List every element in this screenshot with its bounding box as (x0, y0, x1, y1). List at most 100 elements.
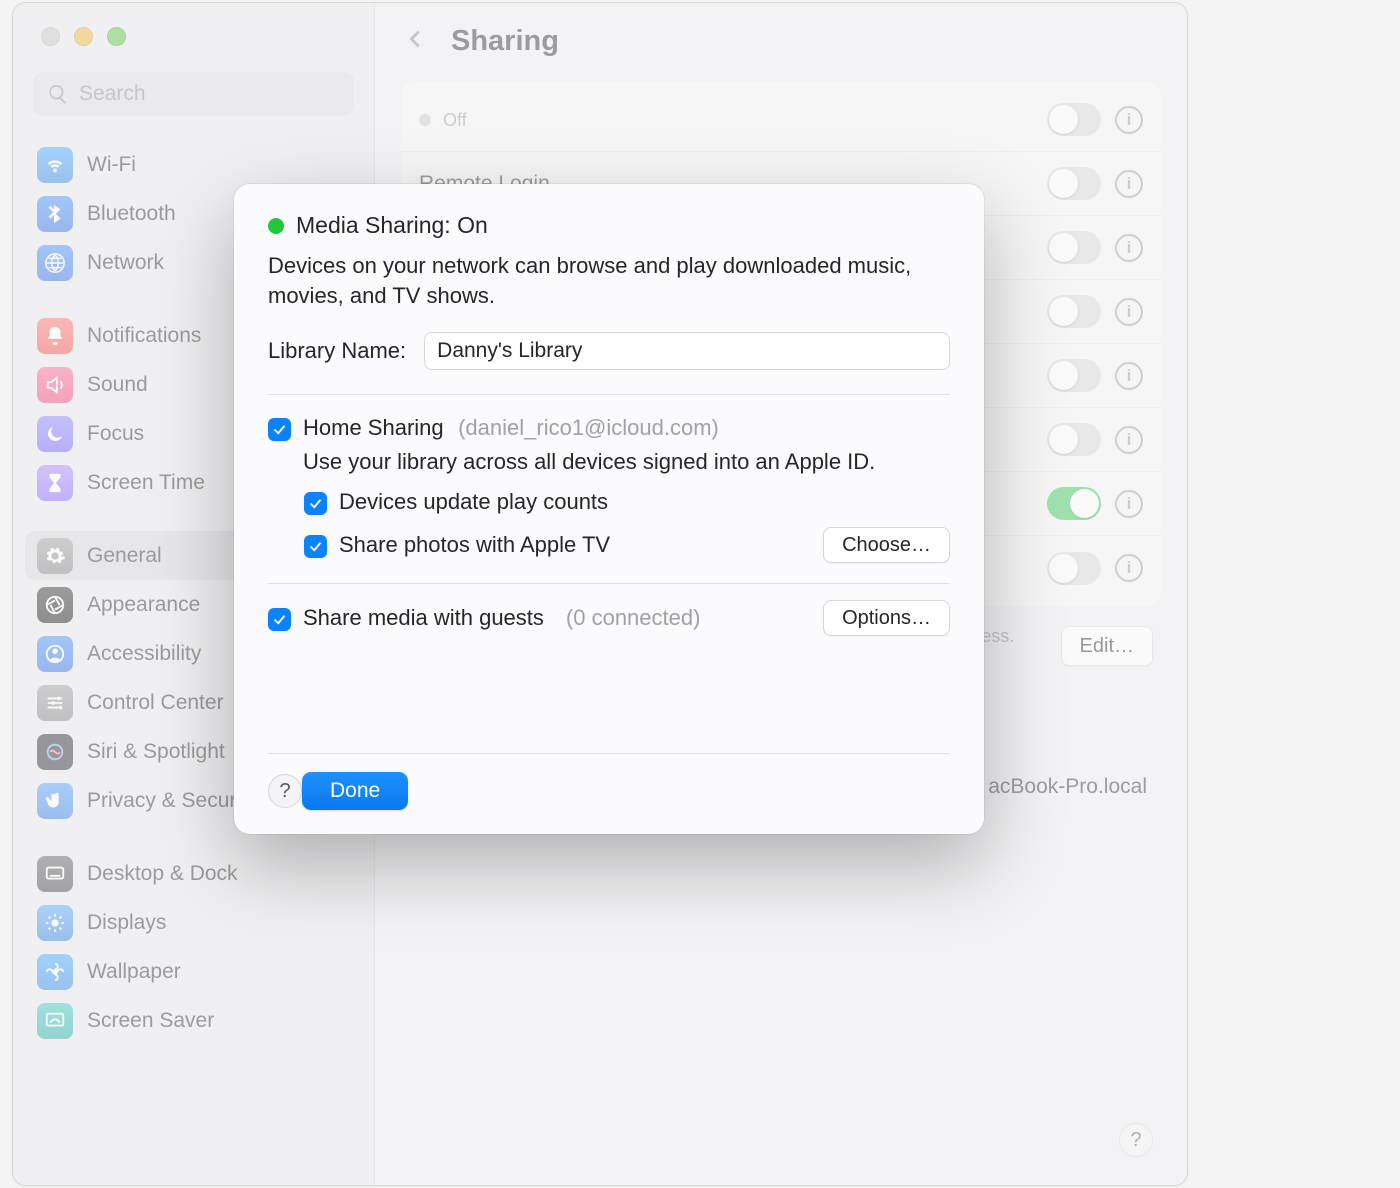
sidebar-item-label: Control Center (87, 691, 224, 715)
sidebar-item-label: Network (87, 251, 164, 275)
minimize-window-icon[interactable] (74, 27, 93, 46)
guests-options-button[interactable]: Options… (823, 600, 950, 636)
divider (268, 394, 950, 395)
home-sharing-desc: Use your library across all devices sign… (303, 449, 875, 475)
chevron-left-icon (405, 28, 427, 50)
sidebar-item-label: Appearance (87, 593, 200, 617)
row-toggle[interactable] (1047, 231, 1101, 264)
info-button[interactable]: i (1115, 106, 1143, 134)
row-toggle[interactable] (1047, 295, 1101, 328)
sidebar-item-label: Wi-Fi (87, 153, 136, 177)
sidebar-item-label: Notifications (87, 324, 201, 348)
row-toggle[interactable] (1047, 487, 1101, 520)
info-button[interactable]: i (1115, 554, 1143, 582)
dock-icon (37, 856, 73, 892)
globe-icon (37, 245, 73, 281)
screensaver-icon (37, 1003, 73, 1039)
bluetooth-icon (37, 196, 73, 232)
sidebar-item-label: Sound (87, 373, 148, 397)
sidebar-item-label: Focus (87, 422, 144, 446)
fullscreen-window-icon[interactable] (107, 27, 126, 46)
bell-icon (37, 318, 73, 354)
info-button[interactable]: i (1115, 362, 1143, 390)
header: Sharing (375, 3, 1187, 70)
row-toggle[interactable] (1047, 103, 1101, 136)
home-sharing-checkbox[interactable] (268, 418, 291, 441)
wifi-icon (37, 147, 73, 183)
sidebar-item-wallpaper[interactable]: Wallpaper (25, 947, 362, 996)
hand-icon (37, 783, 73, 819)
moon-icon (37, 416, 73, 452)
sidebar-item-label: Privacy & Security (87, 789, 257, 813)
sharing-row: Off i (401, 88, 1161, 152)
aperture-icon (37, 587, 73, 623)
sidebar-item-label: Desktop & Dock (87, 862, 238, 886)
page-title: Sharing (451, 25, 559, 58)
back-button[interactable] (405, 28, 433, 56)
home-sharing-account: (daniel_rico1@icloud.com) (458, 415, 719, 440)
modal-title: Media Sharing: On (296, 212, 488, 239)
check-icon (308, 539, 323, 554)
person-icon (37, 636, 73, 672)
sliders-icon (37, 685, 73, 721)
status-dot-icon (419, 114, 431, 126)
share-guests-count: (0 connected) (566, 605, 701, 631)
sidebar-item-wi-fi[interactable]: Wi-Fi (25, 140, 362, 189)
row-toggle[interactable] (1047, 167, 1101, 200)
choose-photos-button[interactable]: Choose… (823, 527, 950, 563)
share-photos-label: Share photos with Apple TV (339, 532, 610, 558)
home-sharing-label: Home Sharing (303, 415, 444, 440)
sidebar-item-screen-saver[interactable]: Screen Saver (25, 996, 362, 1045)
check-icon (308, 496, 323, 511)
info-button[interactable]: i (1115, 426, 1143, 454)
search-input[interactable]: Search (33, 72, 354, 116)
info-button[interactable]: i (1115, 490, 1143, 518)
sidebar-item-label: Displays (87, 911, 166, 935)
local-hostname-tail: acBook-Pro.local (988, 775, 1147, 799)
sidebar-item-label: General (87, 544, 162, 568)
info-button[interactable]: i (1115, 298, 1143, 326)
flower-icon (37, 954, 73, 990)
close-window-icon[interactable] (41, 27, 60, 46)
search-icon (47, 83, 69, 105)
sidebar-item-displays[interactable]: Displays (25, 898, 362, 947)
status-dot-on-icon (268, 218, 284, 234)
edit-hostname-button[interactable]: Edit… (1061, 626, 1153, 666)
row-toggle[interactable] (1047, 423, 1101, 456)
sidebar-item-label: Screen Saver (87, 1009, 214, 1033)
row-label: Off (443, 108, 1047, 131)
sidebar-item-label: Wallpaper (87, 960, 181, 984)
modal-help-button[interactable]: ? (268, 774, 302, 808)
sidebar-item-label: Accessibility (87, 642, 201, 666)
share-guests-label: Share media with guests (303, 605, 544, 631)
done-button[interactable]: Done (302, 772, 408, 810)
divider (268, 583, 950, 584)
media-sharing-modal: Media Sharing: On Devices on your networ… (234, 184, 984, 834)
share-photos-checkbox[interactable] (304, 535, 327, 558)
sidebar-item-label: Siri & Spotlight (87, 740, 225, 764)
sun-icon (37, 905, 73, 941)
play-counts-checkbox[interactable] (304, 492, 327, 515)
library-name-input[interactable] (424, 332, 950, 370)
window-controls (13, 3, 374, 46)
sidebar-item-label: Bluetooth (87, 202, 176, 226)
info-button[interactable]: i (1115, 170, 1143, 198)
help-icon: ? (1119, 1123, 1153, 1157)
system-settings-window: Search Wi-Fi Bluetooth Network Notification… (12, 2, 1188, 1186)
siri-icon (37, 734, 73, 770)
gear-icon (37, 538, 73, 574)
sidebar-item-desktop-dock[interactable]: Desktop & Dock (25, 849, 362, 898)
row-toggle[interactable] (1047, 552, 1101, 585)
play-counts-label: Devices update play counts (339, 489, 608, 515)
row-sublabel: Off (443, 110, 1047, 131)
speaker-icon (37, 367, 73, 403)
info-button[interactable]: i (1115, 234, 1143, 262)
row-toggle[interactable] (1047, 359, 1101, 392)
hourglass-icon (37, 465, 73, 501)
page-help-button[interactable]: ? (1119, 1123, 1153, 1157)
library-name-label: Library Name: (268, 338, 406, 364)
share-guests-checkbox[interactable] (268, 608, 291, 631)
search-placeholder: Search (79, 82, 146, 106)
check-icon (272, 422, 287, 437)
sidebar-item-label: Screen Time (87, 471, 205, 495)
